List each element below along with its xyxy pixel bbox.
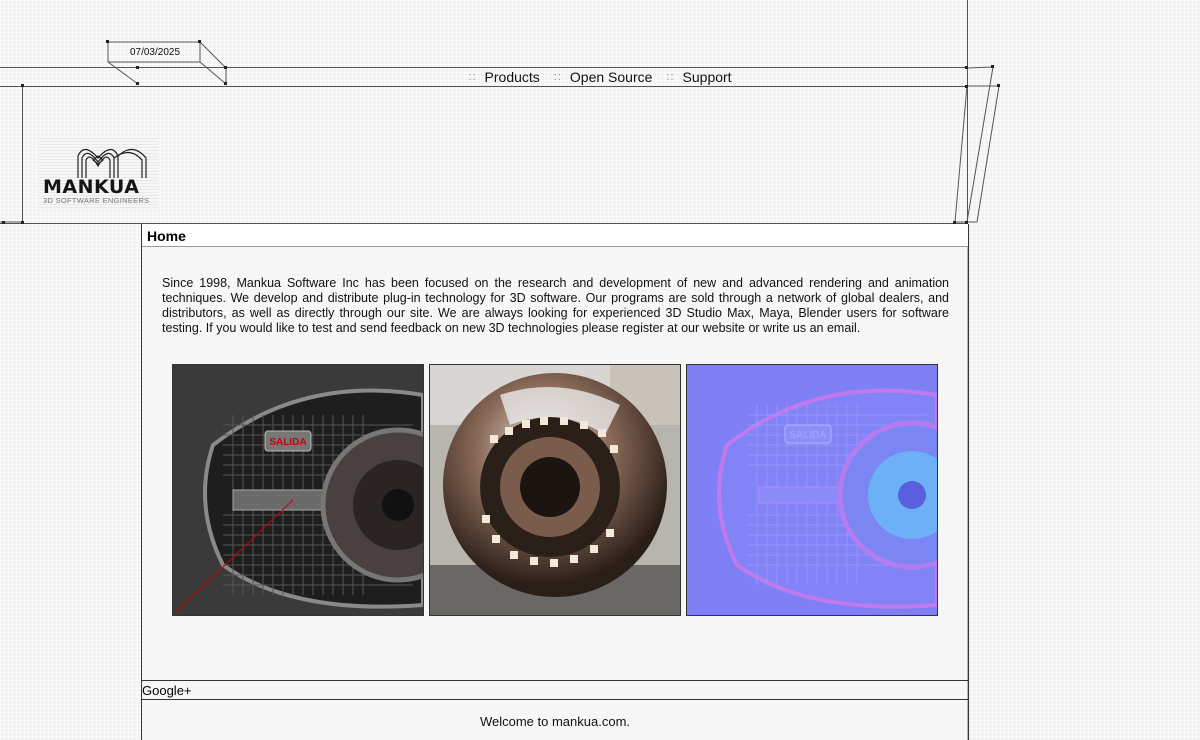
badge-label: SALIDA xyxy=(269,437,306,448)
badge-label: SALIDA xyxy=(789,430,826,441)
nav-open-source-label[interactable]: Open Source xyxy=(570,69,653,85)
nav-separator: :: xyxy=(468,71,477,83)
nav-separator: :: xyxy=(666,71,675,83)
page-title: Home xyxy=(142,224,968,247)
logo-tagline: 3D SOFTWARE ENGINEERS xyxy=(43,196,150,205)
date-display: 07/03/2025 xyxy=(129,47,181,58)
welcome-message: Welcome to mankua.com. xyxy=(479,714,631,729)
gallery-thumb-normal-map[interactable]: SALIDA xyxy=(686,364,938,616)
nav-products[interactable]: :: Products xyxy=(468,69,539,85)
gallery-thumb-sphere-render[interactable] xyxy=(429,364,681,616)
render-gallery: SALIDA SALIDA xyxy=(172,364,942,616)
mankua-logo[interactable]: MANKUA 3D SOFTWARE ENGINEERS xyxy=(38,138,158,210)
social-bar: Google+ xyxy=(141,680,969,700)
gallery-thumb-grille-render[interactable]: SALIDA xyxy=(172,364,424,616)
main-panel: Home Since 1998, Mankua Software Inc has… xyxy=(141,224,969,740)
nav-open-source[interactable]: :: Open Source xyxy=(554,69,653,85)
top-nav: :: Products :: Open Source :: Support xyxy=(300,68,900,86)
intro-paragraph: Since 1998, Mankua Software Inc has been… xyxy=(162,276,949,335)
nav-support[interactable]: :: Support xyxy=(666,69,731,85)
nav-separator: :: xyxy=(553,71,562,83)
nav-support-label[interactable]: Support xyxy=(683,69,732,85)
logo-wordmark: MANKUA xyxy=(43,176,140,198)
nav-products-label[interactable]: Products xyxy=(485,69,540,85)
google-plus-link[interactable]: Google+ xyxy=(141,683,192,698)
